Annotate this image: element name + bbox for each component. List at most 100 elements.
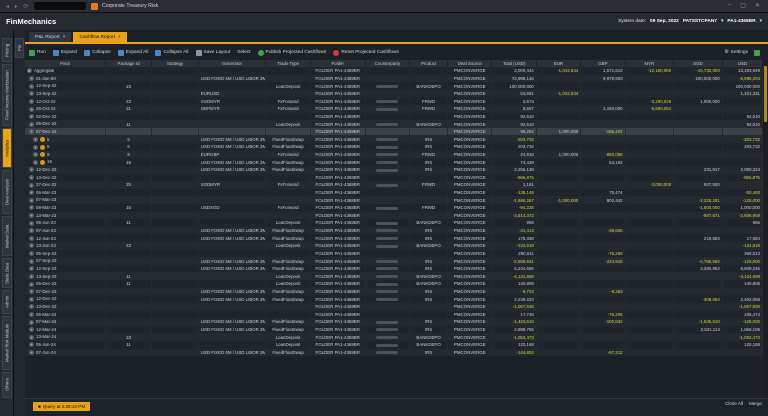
expand-icon[interactable]: + bbox=[29, 167, 34, 173]
table-row[interactable]: +12-Mar-24 USD FIXED 6M / USD LIBOR 3M Fix… bbox=[25, 325, 763, 334]
table-row[interactable]: +07-Mar-23 FOLDER PA1-4368BR PMCONVERGE -1,… bbox=[25, 196, 763, 204]
rail-tab-deal-analysis[interactable]: Deal Analysis bbox=[2, 170, 12, 214]
expand-icon[interactable]: + bbox=[29, 205, 34, 211]
expand-icon[interactable]: + bbox=[29, 327, 34, 333]
close-all-button[interactable]: Close All bbox=[725, 401, 743, 406]
table-row[interactable]: +8 8 EURGBP FxForward FOLDER PA1-4368BR FRWD P… bbox=[25, 150, 763, 159]
column-header[interactable]: Strategy bbox=[151, 60, 199, 67]
column-header[interactable]: EUR bbox=[536, 60, 582, 67]
expand-button[interactable]: Expand bbox=[52, 49, 77, 56]
table-row[interactable]: +12-Sep-22 23 LoanDeposit FOLDER PA1-4368BR… bbox=[25, 82, 763, 90]
expand-icon[interactable]: + bbox=[29, 190, 34, 196]
table-row[interactable]: +05-Mar-24 FOLDER PA1-4368BR PMCONVERGE 17,… bbox=[25, 310, 763, 319]
expand-icon[interactable]: + bbox=[29, 334, 34, 340]
expand-icon[interactable]: + bbox=[29, 289, 34, 295]
expand-icon[interactable]: + bbox=[29, 350, 34, 356]
tab-cashflow-report[interactable]: Cashflow Report × bbox=[73, 32, 127, 42]
nav-arrows-icon[interactable]: ◂ ▸ ⟳ bbox=[6, 3, 32, 10]
column-header[interactable]: USD bbox=[722, 60, 763, 67]
expand-icon[interactable]: + bbox=[29, 251, 34, 257]
table-row[interactable]: +06-Mar-23 FOLDER PA1-4368BR PMCONVERGE -13… bbox=[25, 188, 763, 197]
close-icon[interactable]: ✕ bbox=[755, 2, 760, 9]
rail-tab-admin[interactable]: Admin bbox=[2, 290, 12, 314]
column-header[interactable]: Total (USD) bbox=[491, 60, 537, 67]
column-header[interactable]: Package Id bbox=[105, 60, 153, 67]
expand-icon[interactable]: + bbox=[29, 220, 34, 226]
expand-icon[interactable]: + bbox=[29, 121, 34, 127]
table-row[interactable]: +12-Dec-22 USD FIXED 6M / USD LIBOR 3M Fix… bbox=[25, 165, 763, 174]
expand-icon[interactable]: + bbox=[29, 91, 34, 97]
table-row[interactable]: +07-Dec-22 FOLDER PA1-4368BR PMCONVERGE 99,… bbox=[25, 127, 763, 136]
scroll-thumb[interactable] bbox=[764, 66, 767, 122]
table-row[interactable]: +5 5 USD FIXED 6M / USD LIBOR 3M FixedFloat… bbox=[25, 135, 763, 144]
table-row[interactable]: +05-Sep-23 FOLDER PA1-4368BR PMCONVERGE 290… bbox=[25, 249, 763, 258]
expand-icon[interactable]: + bbox=[33, 144, 38, 150]
column-header[interactable]: MYR bbox=[625, 60, 675, 67]
publish-button[interactable]: Publish Projected Cashflows bbox=[257, 49, 326, 56]
merge-button[interactable]: Merge bbox=[749, 401, 762, 406]
table-row[interactable]: +27-Dec-22 25 SGDMYR FxForward FOLDER PA1-43… bbox=[25, 181, 763, 189]
table-row[interactable]: +07-Mar-24 USD FIXED 6M / USD LIBOR 3M Fix… bbox=[25, 318, 763, 326]
column-header[interactable]: Counterparty bbox=[365, 60, 411, 67]
expand-icon[interactable]: + bbox=[29, 213, 34, 219]
table-row[interactable]: +12-Dec-23 USD FIXED 6M / USD LIBOR 3M Fix… bbox=[25, 295, 763, 303]
expand-all-button[interactable]: Expand All bbox=[117, 49, 148, 56]
table-row[interactable]: +02-Dec-22 FOLDER PA1-4368BR PMCONVERGE 92,… bbox=[25, 112, 763, 121]
expand-icon[interactable]: + bbox=[29, 342, 34, 348]
query-status[interactable]: ■ Query at 2:29:10 PM bbox=[33, 402, 91, 411]
collapse-icon[interactable]: ▸ bbox=[27, 68, 32, 74]
table-row[interactable]: +05-Dec-23 11 LoanDeposit FOLDER PA1-4368BR… bbox=[25, 280, 763, 288]
column-header[interactable]: Generator bbox=[198, 60, 267, 67]
collapse-button[interactable]: Collapse bbox=[84, 49, 111, 56]
close-tab-icon[interactable]: × bbox=[118, 35, 121, 40]
table-row[interactable]: +13-Sep-23 11 LoanDeposit FOLDER PA1-4368BR… bbox=[25, 272, 763, 281]
expand-icon[interactable]: + bbox=[29, 98, 34, 104]
rail-tab-analytics[interactable]: Analytics bbox=[2, 128, 12, 168]
user-dropdown-icon[interactable]: ▾ bbox=[721, 19, 723, 24]
user-name[interactable]: PATSSTCPAN7 bbox=[683, 19, 717, 24]
expand-icon[interactable]: + bbox=[33, 152, 38, 158]
rail-tab-fixed-income[interactable]: Fixed Income Workstation bbox=[2, 64, 12, 126]
minimize-icon[interactable]: – bbox=[728, 2, 731, 9]
expand-icon[interactable]: + bbox=[29, 129, 34, 135]
expand-icon[interactable]: + bbox=[29, 319, 34, 325]
table-row[interactable]: +05-Dec-22 11 LoanDeposit FOLDER PA1-4368BR… bbox=[25, 120, 763, 128]
table-row[interactable]: +08-Mar-23 16 USDSGD FxForward FOLDER PA1-43… bbox=[25, 203, 763, 212]
table-row[interactable]: +01-Jan-90 USD FIXED 6M / USD LIBOR 3M FOL… bbox=[25, 74, 763, 83]
table-row[interactable]: +13-Mar-24 23 LoanDeposit FOLDER PA1-4368BR… bbox=[25, 333, 763, 341]
expand-icon[interactable]: + bbox=[29, 311, 34, 317]
expand-icon[interactable]: + bbox=[29, 296, 34, 302]
reset-button[interactable]: Reset Projected Cashflows bbox=[333, 49, 399, 56]
select-button[interactable]: Select bbox=[237, 50, 250, 55]
table-row[interactable]: +07-Jun-24 USD FIXED 6M / USD LIBOR 3M Fix… bbox=[25, 348, 763, 357]
expand-icon[interactable]: + bbox=[29, 258, 34, 264]
table-row[interactable]: +13-Sep-22 EURUSD FOLDER PA1-4368BR PMCONVE… bbox=[25, 89, 763, 98]
rail-tab-market-risk[interactable]: Market Risk Module bbox=[2, 316, 12, 370]
expand-icon[interactable]: + bbox=[29, 106, 34, 112]
rail-tab-static-data[interactable]: Static Data bbox=[2, 258, 12, 288]
expand-icon[interactable]: + bbox=[29, 243, 34, 249]
expand-icon[interactable]: + bbox=[29, 197, 34, 203]
expand-icon[interactable]: + bbox=[33, 136, 38, 142]
export-button[interactable] bbox=[754, 49, 760, 56]
expand-icon[interactable]: + bbox=[29, 83, 34, 89]
expand-icon[interactable]: + bbox=[29, 273, 34, 279]
run-button[interactable]: Run bbox=[29, 49, 46, 56]
vertical-scrollbar[interactable] bbox=[763, 60, 768, 396]
maximize-icon[interactable]: ▢ bbox=[740, 2, 746, 9]
rail-tab-market-data[interactable]: Market Data bbox=[2, 216, 12, 256]
pin-tab[interactable]: Pin bbox=[15, 38, 24, 58]
table-row[interactable]: +13-Dec-23 FOLDER PA1-4368BR PMCONVERGE -1,… bbox=[25, 302, 763, 311]
table-row[interactable]: +13-Mar-23 FOLDER PA1-4368BR PMCONVERGE -3,… bbox=[25, 211, 763, 220]
expand-icon[interactable]: + bbox=[29, 235, 34, 241]
table-row[interactable]: +12-Jun-23 USD FIXED 6M / USD LIBOR 3M Fix… bbox=[25, 234, 763, 243]
folder-dropdown-icon[interactable]: ▾ bbox=[760, 19, 762, 24]
close-tab-icon[interactable]: × bbox=[63, 35, 66, 40]
expand-icon[interactable]: + bbox=[29, 182, 34, 188]
column-header[interactable]: Pivot bbox=[25, 60, 106, 67]
table-row[interactable]: +07-Sep-23 USD FIXED 6M / USD LIBOR 3M Fix… bbox=[25, 257, 763, 265]
rail-tab-others[interactable]: Others bbox=[2, 372, 12, 398]
column-header[interactable]: Deal Source bbox=[447, 60, 493, 67]
expand-icon[interactable]: + bbox=[29, 76, 34, 82]
table-row[interactable]: +07-Dec-23 USD FIXED 6M / USD LIBOR 3M Fix… bbox=[25, 287, 763, 296]
